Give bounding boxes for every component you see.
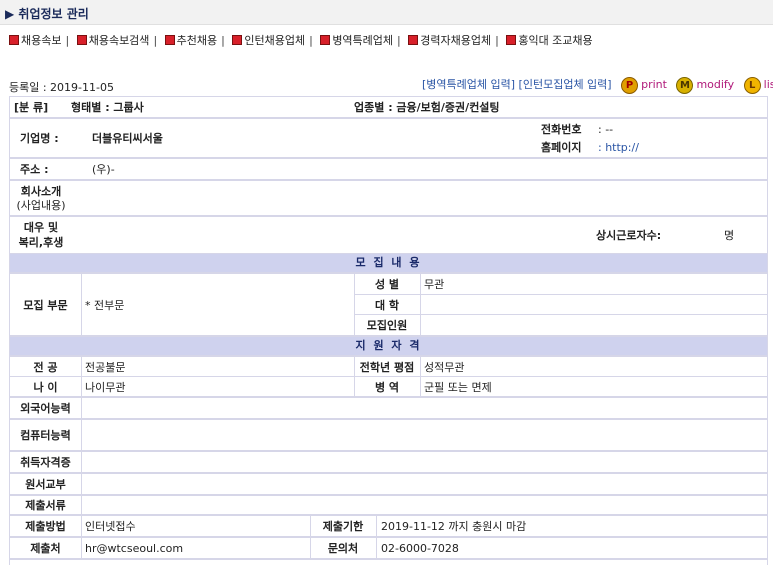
employees-value: 명 [724, 229, 735, 242]
print-link[interactable]: print [641, 78, 667, 91]
nav-item-assistant[interactable]: 홍익대 조교채용 [518, 34, 592, 47]
industry-type: 업종별 : 금융/보험/증권/컨설팅 [354, 101, 500, 114]
form-row: 원서교부 [10, 474, 767, 494]
red-square-icon [164, 35, 175, 45]
intro-label-2: (사업내용) [16, 199, 66, 212]
gender-value: 무관 [424, 278, 445, 291]
cert-label: 취득자격증 [20, 456, 71, 469]
red-square-icon [320, 35, 331, 45]
gender-label: 성 별 [374, 278, 400, 291]
list-link[interactable]: list [764, 78, 773, 91]
intro-row: 회사소개 (사업내용) [10, 181, 767, 215]
form-label: 원서교부 [25, 478, 66, 491]
place-label: 제출처 [30, 542, 61, 555]
method-value: 인터넷접수 [85, 520, 136, 533]
recruit-block: 모집 부문 * 전부문 성 별 무관 대 학 모집인원 [10, 274, 767, 335]
category-row: [분 류] 형태별 : 그룹사 업종별 : 금융/보험/증권/컨설팅 [10, 97, 767, 117]
computer-label: 컴퓨터능력 [20, 429, 71, 442]
page-title: ▶ 취업정보 관리 [5, 7, 89, 21]
form-type: 형태별 : 그룹사 [71, 101, 144, 114]
red-square-icon [9, 35, 19, 45]
computer-row: 컴퓨터능력 [10, 420, 767, 450]
welfare-label-2: 복리,후생 [18, 236, 64, 249]
welfare-label-1: 대우 및 [23, 221, 59, 234]
homepage-value[interactable]: : http:// [598, 139, 639, 155]
nav-item-recommended[interactable]: 추천채용 [177, 34, 217, 47]
nav-item-experienced[interactable]: 경력자채용업체 [420, 34, 491, 47]
modify-link[interactable]: modify [696, 78, 734, 91]
intern-input-link[interactable]: [인턴모집업체 입력] [519, 78, 612, 91]
deadline-label: 제출기한 [322, 520, 364, 533]
count-label: 모집인원 [366, 319, 408, 332]
recruit-header: 모 집 내 용 [10, 254, 767, 272]
lang-row: 외국어능력 [10, 398, 767, 418]
method-label: 제출방법 [25, 520, 66, 533]
red-square-icon [76, 35, 87, 45]
red-square-icon [506, 35, 517, 45]
contact-label: 문의처 [327, 542, 359, 555]
recruit-part-label: 모집 부문 [23, 298, 68, 312]
list-icon[interactable]: L [743, 76, 761, 94]
contact-value: 02-6000-7028 [381, 541, 459, 555]
docs-row: 제출서류 [10, 496, 767, 514]
title-bar: ▶ 취업정보 관리 [0, 0, 773, 25]
military-label: 병 역 [374, 380, 400, 394]
registration-date: 등록일 : 2019-11-05 [9, 81, 114, 94]
military-input-link[interactable]: [병역특례업체 입력] [422, 78, 515, 91]
recruit-part-value: * 전부문 [85, 298, 125, 312]
nav-item-news[interactable]: 채용속보 [21, 34, 61, 47]
place-value[interactable]: hr@wtcseoul.com [85, 538, 183, 558]
nav-item-intern[interactable]: 인턴채용업체 [244, 34, 305, 47]
red-square-icon [408, 35, 419, 45]
phone-value: : -- [598, 122, 614, 136]
welfare-row: 대우 및 복리,후생 상시근로자수: 명 [10, 217, 767, 253]
action-bar: [병역특례업체 입력] [인턴모집업체 입력] Pprint Mmodify L… [422, 76, 773, 94]
homepage-label: 홈페이지 [541, 141, 582, 154]
phone-label: 전화번호 [541, 123, 582, 136]
nav-item-military[interactable]: 병역특례업체 [332, 34, 393, 47]
deadline-value: 2019-11-12 까지 충원시 마감 [381, 520, 527, 533]
lang-label: 외국어능력 [20, 402, 71, 415]
modify-icon[interactable]: M [676, 76, 694, 94]
intro-label-1: 회사소개 [20, 185, 62, 198]
school-label: 대 학 [374, 298, 400, 312]
docs-label: 제출서류 [25, 499, 66, 512]
job-detail-table: [분 류] 형태별 : 그룹사 업종별 : 금융/보험/증권/컨설팅 기업명 :… [9, 96, 768, 565]
place-row: 제출처 hr@wtcseoul.com 문의처 02-6000-7028 [10, 538, 767, 558]
method-row: 제출방법 인터넷접수 제출기한 2019-11-12 까지 충원시 마감 [10, 516, 767, 536]
company-label: 기업명 : [20, 132, 59, 145]
age-value: 나이무관 [85, 380, 126, 394]
employees-label: 상시근로자수: [596, 229, 662, 242]
category-label: [분 류] [14, 101, 49, 114]
print-icon[interactable]: P [621, 76, 639, 94]
qualify-header: 지 원 자 격 [10, 337, 767, 355]
address-row: 주소 : (우)- [10, 159, 767, 179]
gpa-label: 전학년 평점 [359, 360, 415, 374]
major-label: 전 공 [33, 360, 58, 374]
major-row: 전 공 전공불문 전학년 평점 성적무관 [10, 357, 767, 376]
red-square-icon [232, 35, 243, 45]
company-value: 더블유티씨서울 [92, 132, 163, 145]
age-row: 나 이 나이무관 병 역 군필 또는 면제 [10, 377, 767, 396]
nav-item-news-search[interactable]: 채용속보검색 [89, 34, 150, 47]
company-row: 기업명 : 더블유티씨서울 전화번호 : -- 홈페이지 : http:// [10, 119, 767, 157]
top-nav: 채용속보 | 채용속보검색 | 추천채용 | 인턴채용업체 | 병역특례업체 | 경력자채… [9, 32, 593, 48]
major-value: 전공불문 [85, 360, 126, 374]
address-label: 주소 : [20, 163, 49, 176]
address-value: (우)- [92, 163, 115, 176]
bottom-row [10, 560, 767, 565]
cert-row: 취득자격증 [10, 452, 767, 472]
gpa-value: 성적무관 [424, 360, 465, 374]
age-label: 나 이 [33, 380, 58, 394]
military-value: 군필 또는 면제 [424, 380, 492, 394]
